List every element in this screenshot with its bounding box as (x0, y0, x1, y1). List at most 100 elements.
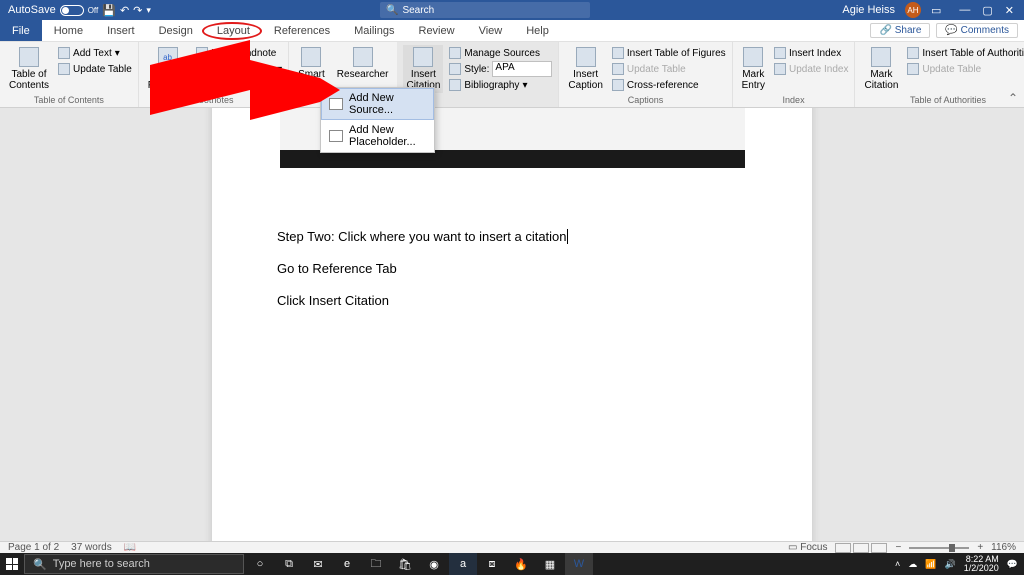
app-icon[interactable]: ▦ (536, 553, 564, 575)
title-bar: AutoSave Off 💾 ↶ ↷ ▾ Document1 - Word 🔍 … (0, 0, 1024, 20)
tab-file[interactable]: File (0, 20, 42, 41)
new-placeholder-icon (329, 130, 343, 142)
authorities-icon (907, 47, 919, 59)
collapse-ribbon-icon[interactable]: ⌃ (1008, 91, 1018, 105)
mark-entry-icon (743, 47, 763, 67)
start-button[interactable] (0, 553, 24, 575)
avatar[interactable]: AH (905, 2, 921, 18)
ribbon-display-icon[interactable]: ▭ (931, 4, 941, 17)
group-captions: Insert Caption Insert Table of Figures U… (559, 42, 732, 107)
amazon-icon[interactable]: a (449, 553, 477, 575)
toc-button[interactable]: Table of Contents (6, 45, 52, 93)
style-select-row[interactable]: Style: APA (449, 61, 552, 77)
researcher-button[interactable]: Researcher (334, 45, 392, 82)
tab-help[interactable]: Help (514, 20, 561, 41)
save-icon[interactable]: 💾 (102, 4, 116, 17)
print-layout-icon[interactable] (853, 543, 869, 553)
store-icon[interactable]: 🛍 (391, 553, 419, 575)
smart-lookup-button[interactable]: Smart (295, 45, 328, 82)
mark-entry-button[interactable]: Mark Entry (739, 45, 768, 93)
tab-view[interactable]: View (467, 20, 515, 41)
add-text-button[interactable]: Add Text ▾ (58, 45, 132, 61)
cross-reference-button[interactable]: Cross-reference (612, 77, 726, 93)
insert-index-button[interactable]: Insert Index (774, 45, 849, 61)
text-line[interactable]: Click Insert Citation (277, 292, 812, 310)
clock[interactable]: 8:22 AM 1/2/2020 (964, 555, 999, 573)
zoom-out-icon[interactable]: − (895, 542, 901, 553)
update-table-button[interactable]: Update Table (58, 61, 132, 77)
mark-citation-icon (871, 47, 891, 67)
tab-layout[interactable]: Layout (205, 20, 262, 41)
edge-icon[interactable]: e (333, 553, 361, 575)
comments-button[interactable]: 💬 Comments (936, 23, 1018, 38)
web-layout-icon[interactable] (871, 543, 887, 553)
tab-review[interactable]: Review (407, 20, 467, 41)
insert-authorities-button[interactable]: Insert Table of Authorities (907, 45, 1024, 61)
cloud-icon[interactable]: ☁ (908, 559, 917, 570)
endnote-icon (196, 47, 208, 59)
tab-references[interactable]: References (262, 20, 342, 41)
word-count[interactable]: 37 words (71, 542, 112, 553)
page[interactable]: Step Two: Click where you want to insert… (212, 108, 812, 541)
word-icon[interactable]: W (565, 553, 593, 575)
ribbon: Table of Contents Add Text ▾ Update Tabl… (0, 42, 1024, 108)
insert-endnote-button[interactable]: Insert Endnote (196, 45, 282, 61)
wifi-icon[interactable]: 📶 (925, 559, 936, 570)
close-icon[interactable]: ✕ (1005, 4, 1014, 17)
insert-footnote-button[interactable]: ab Insert Footnote (145, 45, 190, 93)
share-button[interactable]: 🔗 Share (870, 23, 930, 38)
update-authorities-icon (907, 63, 919, 75)
tab-mailings[interactable]: Mailings (342, 20, 406, 41)
tab-insert[interactable]: Insert (95, 20, 147, 41)
group-toc: Table of Contents Add Text ▾ Update Tabl… (0, 42, 139, 107)
toc-icon (19, 47, 39, 67)
text-line[interactable]: Step Two: Click where you want to insert… (277, 229, 567, 244)
task-view-icon[interactable]: ⧉ (275, 553, 303, 575)
zoom-in-icon[interactable]: + (977, 542, 983, 553)
caption-icon (576, 47, 596, 67)
redo-icon[interactable]: ↷ (133, 4, 142, 17)
next-footnote-button[interactable]: Next Footnote ▾ (196, 61, 282, 77)
text-line[interactable]: Go to Reference Tab (277, 260, 812, 278)
read-mode-icon[interactable] (835, 543, 851, 553)
bibliography-button[interactable]: Bibliography ▾ (449, 77, 552, 93)
insert-figures-button[interactable]: Insert Table of Figures (612, 45, 726, 61)
maximize-icon[interactable]: ▢ (982, 4, 992, 17)
search-box[interactable]: 🔍 Search (380, 2, 590, 18)
biblio-icon (449, 79, 461, 91)
insert-citation-button[interactable]: Insert Citation (403, 45, 443, 93)
volume-icon[interactable]: 🔊 (945, 559, 956, 570)
canvas[interactable]: Step Two: Click where you want to insert… (0, 108, 1024, 541)
zoom-level[interactable]: 116% (991, 542, 1016, 553)
zoom-slider[interactable] (909, 547, 969, 549)
title-right: Agie Heiss AH ▭ — ▢ ✕ (842, 2, 1024, 18)
tab-design[interactable]: Design (147, 20, 205, 41)
qat-more-icon[interactable]: ▾ (146, 5, 151, 16)
mail-icon[interactable]: ✉ (304, 553, 332, 575)
autosave-toggle[interactable]: AutoSave Off (8, 4, 98, 16)
search-placeholder: Search (402, 5, 434, 16)
undo-icon[interactable]: ↶ (120, 4, 129, 17)
figures-icon (612, 47, 624, 59)
minimize-icon[interactable]: — (959, 4, 970, 17)
citation-icon (413, 47, 433, 67)
dropbox-icon[interactable]: ⧈ (478, 553, 506, 575)
insert-caption-button[interactable]: Insert Caption (565, 45, 605, 93)
tab-home[interactable]: Home (42, 20, 95, 41)
chrome-icon[interactable]: ◉ (420, 553, 448, 575)
user-name[interactable]: Agie Heiss (842, 4, 895, 16)
manage-sources-button[interactable]: Manage Sources (449, 45, 552, 61)
page-indicator[interactable]: Page 1 of 2 (8, 542, 59, 553)
tray-up-icon[interactable]: ˄ (895, 559, 900, 569)
mark-citation-button[interactable]: Mark Citation (861, 45, 901, 93)
add-new-source-item[interactable]: Add New Source... (321, 88, 434, 120)
focus-mode-button[interactable]: ▭ Focus (788, 542, 827, 553)
explorer-icon[interactable]: 🗀 (362, 553, 390, 575)
firefox-icon[interactable]: 🔥 (507, 553, 535, 575)
add-new-placeholder-item[interactable]: Add New Placeholder... (321, 120, 434, 152)
spellcheck-icon[interactable]: 📖 (124, 542, 136, 553)
taskbar-search[interactable]: 🔍 Type here to search (24, 554, 244, 574)
document-body[interactable]: Step Two: Click where you want to insert… (277, 168, 812, 311)
notifications-icon[interactable]: 💬 (1007, 559, 1018, 570)
cortana-icon[interactable]: ○ (246, 553, 274, 575)
